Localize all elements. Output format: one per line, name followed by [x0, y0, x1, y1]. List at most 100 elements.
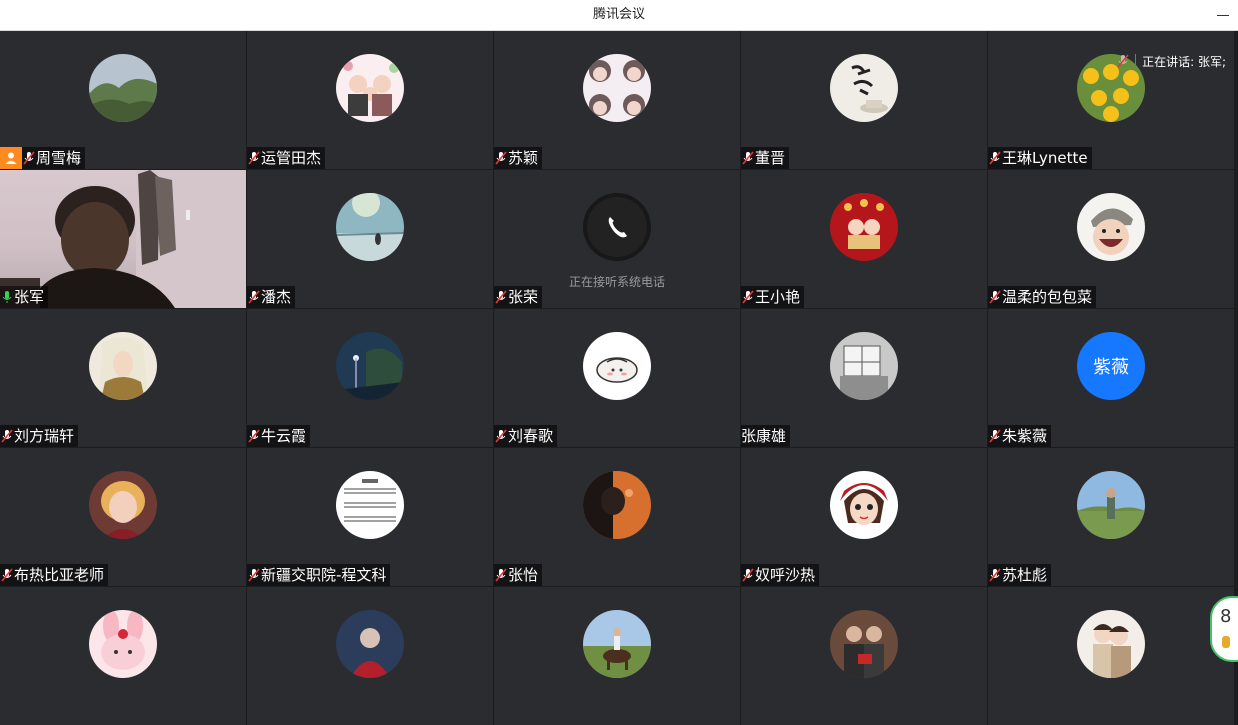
participant-tile[interactable]: [247, 587, 493, 725]
participant-tile[interactable]: 新疆交职院-程文科: [247, 448, 493, 586]
avatar: [583, 54, 651, 122]
nameplate: 苏颖: [494, 147, 543, 169]
mic-muted-icon: [988, 425, 1002, 447]
participant-tile[interactable]: [494, 587, 740, 725]
participant-name: 奴呼沙热: [755, 566, 816, 584]
mic-muted-icon: [247, 286, 261, 308]
participant-tile[interactable]: 张康雄: [741, 309, 987, 447]
mic-muted-icon: [988, 286, 1002, 308]
nameplate: 张军: [0, 286, 49, 308]
mic-muted-icon: [988, 147, 1002, 169]
participant-tile[interactable]: 张怡: [494, 448, 740, 586]
participant-tile[interactable]: [988, 587, 1234, 725]
widget-indicator-icon: [1222, 636, 1230, 648]
nameplate: 刘春歌: [494, 425, 558, 447]
participant-tile[interactable]: 刘春歌: [494, 309, 740, 447]
nameplate: 周雪梅: [0, 147, 86, 169]
nameplate: 张康雄: [741, 425, 791, 447]
avatar: [336, 471, 404, 539]
avatar: [830, 54, 898, 122]
participant-tile[interactable]: 刘方瑞轩: [0, 309, 246, 447]
nameplate: 张荣: [494, 286, 543, 308]
avatar: [1077, 471, 1145, 539]
nameplate: 牛云霞: [247, 425, 311, 447]
mic-muted-icon: [1117, 54, 1129, 68]
mic-muted-icon: [22, 147, 36, 169]
floating-status-widget[interactable]: 8: [1210, 596, 1238, 662]
participant-name: 张康雄: [741, 427, 787, 445]
participant-tile[interactable]: 紫薇 朱紫薇: [988, 309, 1234, 447]
avatar: [830, 332, 898, 400]
participant-name: 苏杜彪: [1002, 566, 1048, 584]
avatar: [1077, 610, 1145, 678]
participant-tile[interactable]: 潘杰: [247, 170, 493, 308]
avatar: [89, 610, 157, 678]
host-icon: [0, 147, 22, 169]
mic-muted-icon: [0, 425, 14, 447]
participant-name: 苏颖: [508, 149, 539, 167]
participant-name: 刘春歌: [508, 427, 554, 445]
title-bar: 腾讯会议: [0, 0, 1238, 31]
widget-value: 8: [1220, 606, 1232, 627]
participant-name: 朱紫薇: [1002, 427, 1048, 445]
mic-muted-icon: [247, 147, 261, 169]
participant-tile[interactable]: 奴呼沙热: [741, 448, 987, 586]
nameplate: 温柔的包包菜: [988, 286, 1097, 308]
participant-name: 温柔的包包菜: [1002, 288, 1093, 306]
nameplate: 王琳Lynette: [988, 147, 1092, 169]
text-avatar: 紫薇: [1077, 332, 1145, 400]
participant-name: 牛云霞: [261, 427, 307, 445]
participant-tile[interactable]: 正在讲话: 张军; 王琳Lynette: [988, 31, 1234, 169]
participant-tile-video[interactable]: 张军: [0, 170, 246, 308]
nameplate: 刘方瑞轩: [0, 425, 79, 447]
participant-tile[interactable]: 周雪梅: [0, 31, 246, 169]
avatar: [830, 610, 898, 678]
participant-tile[interactable]: 董晋: [741, 31, 987, 169]
avatar: [89, 332, 157, 400]
participant-grid: 周雪梅 运管田杰 苏颖 董晋 正在讲话: 张军; 王琳Lynette 张军 潘杰…: [0, 31, 1236, 725]
participant-tile[interactable]: [741, 587, 987, 725]
mic-muted-icon: [741, 286, 755, 308]
participant-name: 布热比亚老师: [14, 566, 105, 584]
participant-tile[interactable]: 苏杜彪: [988, 448, 1234, 586]
avatar: [830, 193, 898, 261]
avatar: [1077, 193, 1145, 261]
avatar: [336, 610, 404, 678]
mic-muted-icon: [247, 564, 261, 586]
mic-muted-icon: [0, 564, 14, 586]
participant-tile[interactable]: 牛云霞: [247, 309, 493, 447]
participant-tile[interactable]: 布热比亚老师: [0, 448, 246, 586]
participant-name: 潘杰: [261, 288, 292, 306]
mic-muted-icon: [494, 147, 508, 169]
avatar: [583, 471, 651, 539]
mic-muted-icon: [494, 286, 508, 308]
participant-tile[interactable]: 正在接听系统电话 张荣: [494, 170, 740, 308]
mic-muted-icon: [494, 564, 508, 586]
participant-name: 刘方瑞轩: [14, 427, 75, 445]
participant-tile[interactable]: 运管田杰: [247, 31, 493, 169]
mic-on-icon: [0, 286, 14, 308]
participant-name: 运管田杰: [261, 149, 322, 167]
participant-tile[interactable]: [0, 587, 246, 725]
divider: [1135, 54, 1137, 68]
avatar: [336, 54, 404, 122]
participant-name: 董晋: [755, 149, 786, 167]
nameplate: 王小艳: [741, 286, 805, 308]
participant-tile[interactable]: 王小艳: [741, 170, 987, 308]
participant-tile[interactable]: 苏颖: [494, 31, 740, 169]
mic-muted-icon: [741, 564, 755, 586]
participant-tile[interactable]: 温柔的包包菜: [988, 170, 1234, 308]
phone-call-avatar: [583, 193, 651, 261]
mic-muted-icon: [247, 425, 261, 447]
participant-name: 王琳Lynette: [1002, 149, 1088, 167]
avatar: [583, 610, 651, 678]
avatar: [89, 54, 157, 122]
nameplate: 董晋: [741, 147, 790, 169]
participant-name: 周雪梅: [36, 149, 82, 167]
minimize-button[interactable]: [1216, 9, 1230, 21]
avatar: [336, 193, 404, 261]
window-title: 腾讯会议: [592, 7, 645, 22]
nameplate: 张怡: [494, 564, 543, 586]
nameplate: 新疆交职院-程文科: [247, 564, 391, 586]
nameplate: 奴呼沙热: [741, 564, 820, 586]
